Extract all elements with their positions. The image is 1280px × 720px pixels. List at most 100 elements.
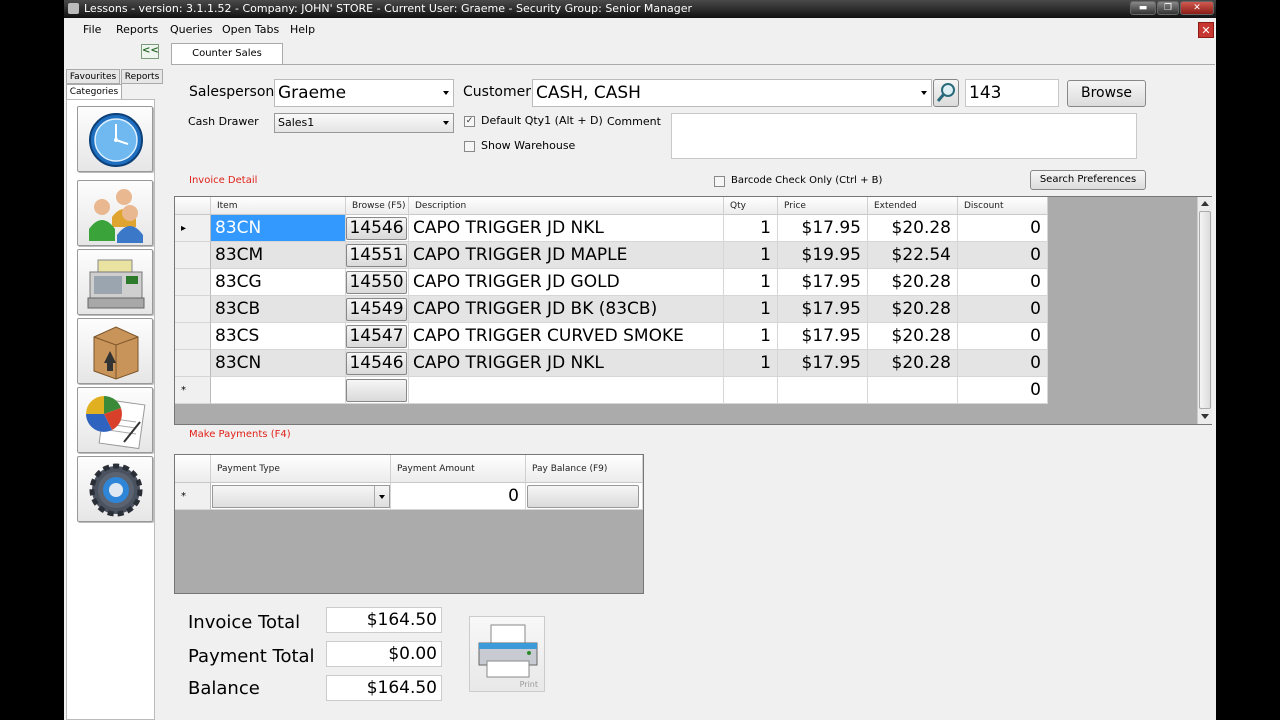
application-window: Lessons - version: 3.1.1.52 - Company: J…	[64, 0, 1216, 720]
restore-button[interactable]: ❐	[1157, 1, 1179, 15]
payment-type-select[interactable]	[212, 485, 390, 508]
close-button[interactable]: ✕	[1180, 1, 1214, 15]
price-cell[interactable]: $17.95	[778, 296, 868, 323]
qty-cell[interactable]: 1	[724, 269, 778, 296]
printer-icon	[478, 624, 538, 678]
browse-item-button[interactable]: 14549	[346, 298, 407, 321]
item-cell[interactable]: 83CM	[211, 242, 346, 269]
column-header-payment-type[interactable]: Payment Type	[211, 455, 391, 483]
price-cell[interactable]: $17.95	[778, 323, 868, 350]
column-header-price[interactable]: Price	[778, 197, 868, 215]
category-settings-button[interactable]	[77, 456, 153, 522]
item-cell[interactable]: 83CN	[211, 215, 346, 242]
category-reports-button[interactable]	[77, 387, 153, 453]
browse-button[interactable]: Browse	[1067, 80, 1146, 107]
tab-reports[interactable]: Reports	[121, 69, 163, 84]
column-header-qty[interactable]: Qty	[724, 197, 778, 215]
menu-queries[interactable]: Queries	[170, 23, 212, 36]
title-bar: Lessons - version: 3.1.1.52 - Company: J…	[64, 0, 1216, 18]
menu-reports[interactable]: Reports	[116, 23, 158, 36]
discount-cell[interactable]: 0	[958, 350, 1048, 377]
column-header-item[interactable]: Item	[211, 197, 346, 215]
qty-cell[interactable]: 1	[724, 350, 778, 377]
price-cell[interactable]: $17.95	[778, 350, 868, 377]
new-row-indicator: *	[175, 377, 211, 404]
tab-categories[interactable]: Categories	[66, 84, 122, 100]
price-cell[interactable]: $19.95	[778, 242, 868, 269]
discount-cell[interactable]: 0	[958, 296, 1048, 323]
discount-cell[interactable]: 0	[958, 269, 1048, 296]
inventory-box-icon	[93, 326, 139, 380]
browse-item-button[interactable]: 14547	[346, 325, 407, 348]
item-cell[interactable]: 83CB	[211, 296, 346, 323]
print-button[interactable]: Print	[469, 616, 545, 692]
description-cell[interactable]: CAPO TRIGGER JD BK (83CB)	[409, 296, 724, 323]
column-header-pay-balance[interactable]: Pay Balance (F9)	[526, 455, 643, 483]
qty-cell[interactable]: 1	[724, 296, 778, 323]
price-cell[interactable]: $17.95	[778, 269, 868, 296]
price-cell[interactable]	[778, 377, 868, 404]
qty-cell[interactable]	[724, 377, 778, 404]
qty-cell[interactable]: 1	[724, 215, 778, 242]
discount-cell[interactable]: 0	[958, 215, 1048, 242]
cash-drawer-select[interactable]: Sales1	[274, 113, 454, 133]
browse-item-button[interactable]	[346, 379, 407, 402]
column-header-browse[interactable]: Browse (F5)	[346, 197, 409, 215]
cash-register-icon	[87, 259, 145, 309]
close-tab-button[interactable]: ✕	[1198, 22, 1214, 38]
category-time-button[interactable]	[77, 106, 153, 172]
item-cell[interactable]: 83CG	[211, 269, 346, 296]
item-cell[interactable]: 83CS	[211, 323, 346, 350]
customer-select[interactable]: CASH, CASH	[532, 79, 932, 107]
qty-cell[interactable]: 1	[724, 323, 778, 350]
scrollbar-thumb[interactable]	[1199, 211, 1211, 409]
settings-gear-icon	[89, 463, 143, 517]
description-cell[interactable]: CAPO TRIGGER JD NKL	[409, 215, 724, 242]
description-cell[interactable]: CAPO TRIGGER CURVED SMOKE	[409, 323, 724, 350]
description-cell[interactable]: CAPO TRIGGER JD NKL	[409, 350, 724, 377]
browse-item-button[interactable]: 14546	[346, 352, 407, 375]
menu-file[interactable]: File	[83, 23, 101, 36]
search-icon	[936, 83, 955, 102]
category-panel	[66, 99, 155, 720]
payment-amount-cell[interactable]: 0	[391, 483, 526, 510]
category-customers-button[interactable]	[77, 180, 153, 246]
pay-balance-button[interactable]	[527, 485, 639, 508]
barcode-check-checkbox[interactable]	[714, 176, 725, 187]
item-cell[interactable]	[211, 377, 346, 404]
default-qty-checkbox[interactable]: ✓	[464, 116, 475, 127]
discount-cell[interactable]: 0	[958, 377, 1048, 404]
menu-help[interactable]: Help	[290, 23, 315, 36]
description-cell[interactable]	[409, 377, 724, 404]
column-header-discount[interactable]: Discount	[958, 197, 1048, 215]
search-preferences-button[interactable]: Search Preferences	[1030, 170, 1146, 190]
description-cell[interactable]: CAPO TRIGGER JD MAPLE	[409, 242, 724, 269]
category-sales-button[interactable]	[77, 249, 153, 315]
browse-item-button[interactable]: 14551	[346, 244, 407, 267]
browse-item-button[interactable]: 14550	[346, 271, 407, 294]
scroll-down-icon[interactable]	[1201, 414, 1209, 419]
customer-id-field[interactable]: 143	[965, 79, 1059, 107]
item-cell[interactable]: 83CN	[211, 350, 346, 377]
price-cell[interactable]: $17.95	[778, 215, 868, 242]
discount-cell[interactable]: 0	[958, 242, 1048, 269]
salesperson-select[interactable]: Graeme	[274, 79, 454, 107]
column-header-extended[interactable]: Extended	[868, 197, 958, 215]
qty-cell[interactable]: 1	[724, 242, 778, 269]
scroll-up-icon[interactable]	[1201, 201, 1209, 206]
column-header-description[interactable]: Description	[409, 197, 724, 215]
tab-counter-sales[interactable]: Counter Sales :Graeme	[171, 43, 283, 79]
discount-cell[interactable]: 0	[958, 323, 1048, 350]
vertical-scrollbar[interactable]	[1197, 197, 1212, 424]
browse-item-button[interactable]: 14546	[346, 217, 407, 240]
description-cell[interactable]: CAPO TRIGGER JD GOLD	[409, 269, 724, 296]
minimize-button[interactable]: ▬	[1130, 1, 1156, 15]
tab-favourites[interactable]: Favourites	[66, 69, 120, 84]
column-header-payment-amount[interactable]: Payment Amount	[391, 455, 526, 483]
customer-search-button[interactable]	[933, 79, 959, 107]
collapse-panel-button[interactable]: <<	[141, 44, 159, 59]
comment-field[interactable]	[671, 113, 1137, 159]
menu-open-tabs[interactable]: Open Tabs	[222, 23, 279, 36]
category-inventory-button[interactable]	[77, 318, 153, 384]
show-warehouse-checkbox[interactable]	[464, 141, 475, 152]
